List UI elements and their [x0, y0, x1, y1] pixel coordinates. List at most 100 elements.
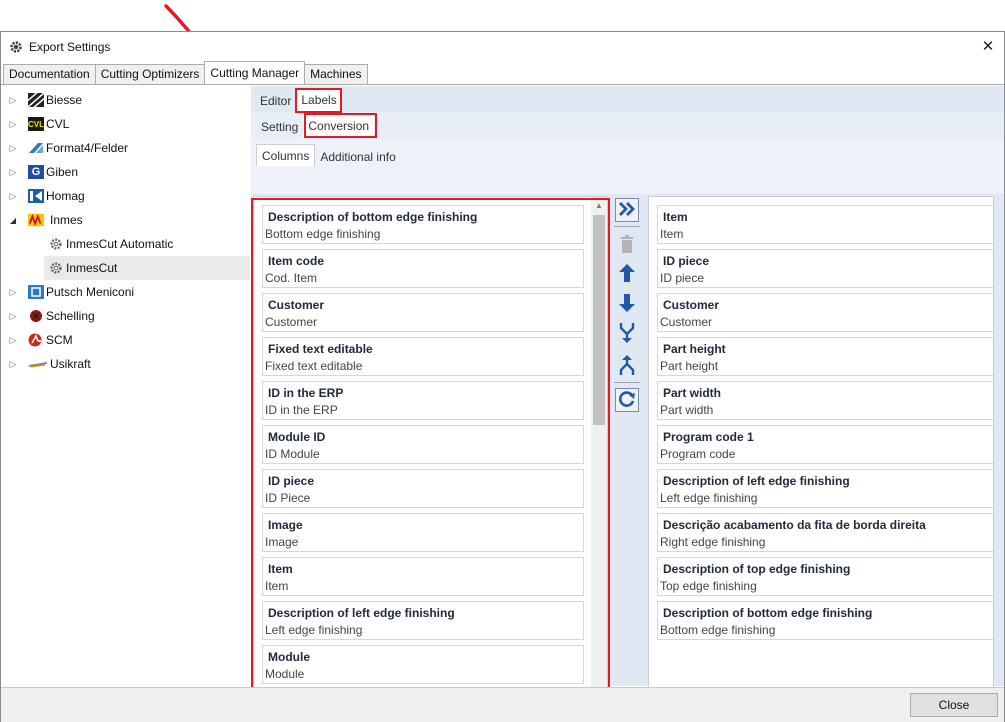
tree-item-schelling[interactable]: ▷ Schelling: [2, 304, 250, 328]
delete-button[interactable]: [615, 234, 639, 258]
column-card[interactable]: Item Item: [657, 205, 993, 244]
scroll-thumb[interactable]: [593, 215, 605, 425]
column-card-subtitle: Item: [660, 227, 684, 241]
column-card-title: Module ID: [268, 430, 326, 444]
tree-item-label: Inmes: [50, 213, 83, 227]
dialog-footer: Close: [1, 688, 1004, 722]
tree-item-scm[interactable]: ▷ SCM: [2, 328, 250, 352]
labels-tab-bar: Editor Labels: [251, 86, 1004, 112]
column-card[interactable]: Description of left edge finishing Left e…: [657, 469, 993, 508]
conversion-tab-bar: Setting Conversion: [251, 112, 1004, 138]
expand-arrow-icon[interactable]: ▷: [8, 119, 18, 129]
move-down-button[interactable]: [615, 292, 639, 316]
column-card-subtitle: Right edge finishing: [660, 535, 766, 549]
tab-editor[interactable]: Editor: [255, 90, 296, 112]
expand-arrow-icon[interactable]: ▷: [8, 311, 18, 321]
tab-additional-info[interactable]: Additional info: [315, 146, 400, 168]
tree-item-giben[interactable]: ▷ G Giben: [2, 160, 250, 184]
expand-arrow-icon[interactable]: ▷: [8, 95, 18, 105]
column-card[interactable]: Module ID ID Module: [262, 425, 584, 464]
toolbar-separator: [614, 226, 640, 227]
column-card[interactable]: Part height Part height: [657, 337, 993, 376]
column-card[interactable]: Part width Part width: [657, 381, 993, 420]
column-card-title: Description of left edge finishing: [663, 474, 850, 488]
tree-item-format4-felder[interactable]: ▷ Format4/Felder: [2, 136, 250, 160]
collapse-arrow-icon[interactable]: ◢: [8, 215, 18, 225]
column-card[interactable]: Descrição acabamento da fita de borda di…: [657, 513, 993, 552]
column-card[interactable]: Item Item: [262, 557, 584, 596]
column-card[interactable]: Program code 1 Program code: [657, 425, 993, 464]
title-bar: Export Settings ✕: [1, 32, 1004, 61]
tree-item-label: InmesCut: [66, 261, 118, 275]
tab-setting[interactable]: Setting: [256, 116, 303, 138]
column-card[interactable]: ID in the ERP ID in the ERP: [262, 381, 584, 420]
column-card[interactable]: Customer Customer: [262, 293, 584, 332]
expand-arrow-icon[interactable]: ▷: [8, 143, 18, 153]
expand-arrow-icon[interactable]: ▷: [8, 191, 18, 201]
column-card[interactable]: Description of bottom edge finishing Bott…: [657, 601, 993, 640]
putsch-logo-icon: [28, 285, 44, 299]
tree-item-cvl[interactable]: ▷ CVL CVL: [2, 112, 250, 136]
expand-arrow-icon[interactable]: ▷: [8, 335, 18, 345]
export-settings-window: Export Settings ✕ Documentation Cutting …: [0, 31, 1005, 722]
tab-columns[interactable]: Columns: [256, 144, 316, 166]
merge-icon: [618, 322, 636, 347]
close-button[interactable]: Close: [910, 693, 998, 717]
tab-documentation[interactable]: Documentation: [3, 64, 96, 84]
tree-item-putsch-meniconi[interactable]: ▷ Putsch Meniconi: [2, 280, 250, 304]
column-card-title: Item: [663, 210, 688, 224]
column-card[interactable]: Item code Cod. Item: [262, 249, 584, 288]
available-columns-list: ▲ ▼ Description of bottom edge finishing…: [253, 196, 608, 706]
move-up-button[interactable]: [615, 262, 639, 286]
column-card-subtitle: Cod. Item: [265, 271, 318, 285]
tree-item-label: InmesCut Automatic: [66, 237, 174, 251]
expand-arrow-icon[interactable]: ▷: [8, 287, 18, 297]
move-down-icon: [618, 293, 636, 316]
tree-item-biesse[interactable]: ▷ Biesse: [2, 88, 250, 112]
scroll-up-arrow-icon[interactable]: ▲: [591, 197, 607, 213]
split-button[interactable]: [615, 354, 639, 378]
tree-item-usikraft[interactable]: ▷ Usikraft: [2, 352, 250, 376]
tree-item-inmescut[interactable]: InmesCut: [44, 256, 250, 280]
column-card-title: Customer: [268, 298, 325, 312]
vertical-scrollbar[interactable]: ▲ ▼: [591, 197, 607, 705]
reset-button[interactable]: [615, 388, 639, 412]
tab-labels[interactable]: Labels: [296, 88, 342, 112]
gear-icon: [48, 237, 64, 251]
gear-icon: [9, 40, 23, 54]
column-card-title: Module: [268, 650, 310, 664]
column-card[interactable]: Module Module: [262, 645, 584, 684]
column-card-subtitle: Customer: [265, 315, 318, 329]
merge-button[interactable]: [615, 322, 639, 346]
column-card[interactable]: ID piece ID piece: [657, 249, 993, 288]
column-card[interactable]: ID piece ID Piece: [262, 469, 584, 508]
column-card[interactable]: Description of top edge finishing Top edg…: [657, 557, 993, 596]
add-all-icon: [617, 200, 637, 221]
column-card-subtitle: Program code: [660, 447, 736, 461]
column-card-title: Part width: [663, 386, 722, 400]
column-card[interactable]: Image Image: [262, 513, 584, 552]
column-card-subtitle: Item: [265, 579, 289, 593]
tab-conversion[interactable]: Conversion: [303, 114, 375, 138]
tree-item-label: Giben: [46, 165, 79, 179]
column-card[interactable]: Description of left edge finishing Left e…: [262, 601, 584, 640]
column-card[interactable]: Description of bottom edge finishing Bott…: [262, 205, 584, 244]
column-card[interactable]: Fixed text editable Fixed text editable: [262, 337, 584, 376]
move-up-icon: [618, 263, 636, 286]
column-card-subtitle: Fixed text editable: [265, 359, 363, 373]
tree-item-label: Homag: [46, 189, 85, 203]
tree-item-inmes[interactable]: ◢ Inmes: [2, 208, 250, 232]
giben-logo-icon: G: [28, 165, 44, 179]
expand-arrow-icon[interactable]: ▷: [8, 167, 18, 177]
tab-cutting-optimizers[interactable]: Cutting Optimizers: [94, 64, 206, 84]
window-close-button[interactable]: ✕: [978, 36, 998, 56]
column-card-subtitle: Module: [265, 667, 305, 681]
column-card[interactable]: Customer Customer: [657, 293, 993, 332]
tree-item-inmescut-automatic[interactable]: InmesCut Automatic: [2, 232, 250, 256]
tab-cutting-manager[interactable]: Cutting Manager: [204, 61, 306, 84]
column-card-title: Program code 1: [663, 430, 754, 444]
expand-arrow-icon[interactable]: ▷: [8, 359, 18, 369]
tab-machines[interactable]: Machines: [304, 64, 368, 84]
tree-item-homag[interactable]: ▷ Homag: [2, 184, 250, 208]
add-all-button[interactable]: [615, 198, 639, 222]
